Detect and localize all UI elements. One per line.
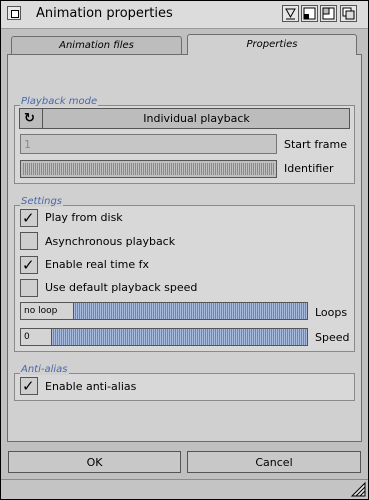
speed-slider[interactable]: 0 [20,328,308,346]
asynchronous-playback-checkbox[interactable] [20,232,38,250]
iconify-icon[interactable] [282,5,299,22]
use-default-playback-speed-label: Use default playback speed [45,281,198,294]
cancel-button[interactable]: Cancel [187,451,361,473]
playback-mode-cycle-button[interactable]: ↻ Individual playback [19,108,350,129]
cycle-separator [42,109,43,128]
playback-mode-value: Individual playback [143,112,250,125]
enable-real-time-fx-label: Enable real time fx [45,258,150,271]
snapshot-icon[interactable] [301,5,318,22]
start-frame-label: Start frame [284,138,347,151]
identifier-label: Identifier [284,162,334,175]
loops-label: Loops [315,306,348,319]
use-default-playback-speed-checkbox[interactable] [20,279,38,297]
identifier-field[interactable] [20,160,277,178]
cycle-icon: ↻ [24,111,35,126]
check-icon: ✓ [22,256,35,274]
speed-slider-knob[interactable]: 0 [21,329,52,345]
play-from-disk-checkbox[interactable]: ✓ [20,209,38,227]
loops-slider[interactable]: no loop [20,302,308,320]
playback-mode-title: Playback mode [20,96,99,107]
enable-real-time-fx-checkbox[interactable]: ✓ [20,256,38,274]
anti-alias-title: Anti-alias [20,364,69,375]
enable-anti-alias-label: Enable anti-alias [45,380,137,393]
window-title: Animation properties [36,6,173,21]
tab-animation-files[interactable]: Animation files [11,36,182,54]
window-status-bar [1,479,368,499]
loops-slider-knob[interactable]: no loop [21,303,74,319]
tab-properties[interactable]: Properties [187,34,357,55]
play-from-disk-label: Play from disk [45,211,123,224]
depth-icon[interactable] [340,5,357,22]
zoom-icon[interactable] [320,5,337,22]
resize-icon[interactable] [350,481,366,497]
ok-button[interactable]: OK [8,451,181,473]
check-icon: ✓ [22,377,35,395]
settings-title: Settings [20,196,64,207]
check-icon: ✓ [22,209,35,227]
enable-anti-alias-checkbox[interactable]: ✓ [20,377,38,395]
speed-label: Speed [315,331,350,344]
asynchronous-playback-label: Asynchronous playback [45,235,176,248]
start-frame-field[interactable]: 1 [20,134,277,154]
close-icon[interactable] [7,6,21,20]
